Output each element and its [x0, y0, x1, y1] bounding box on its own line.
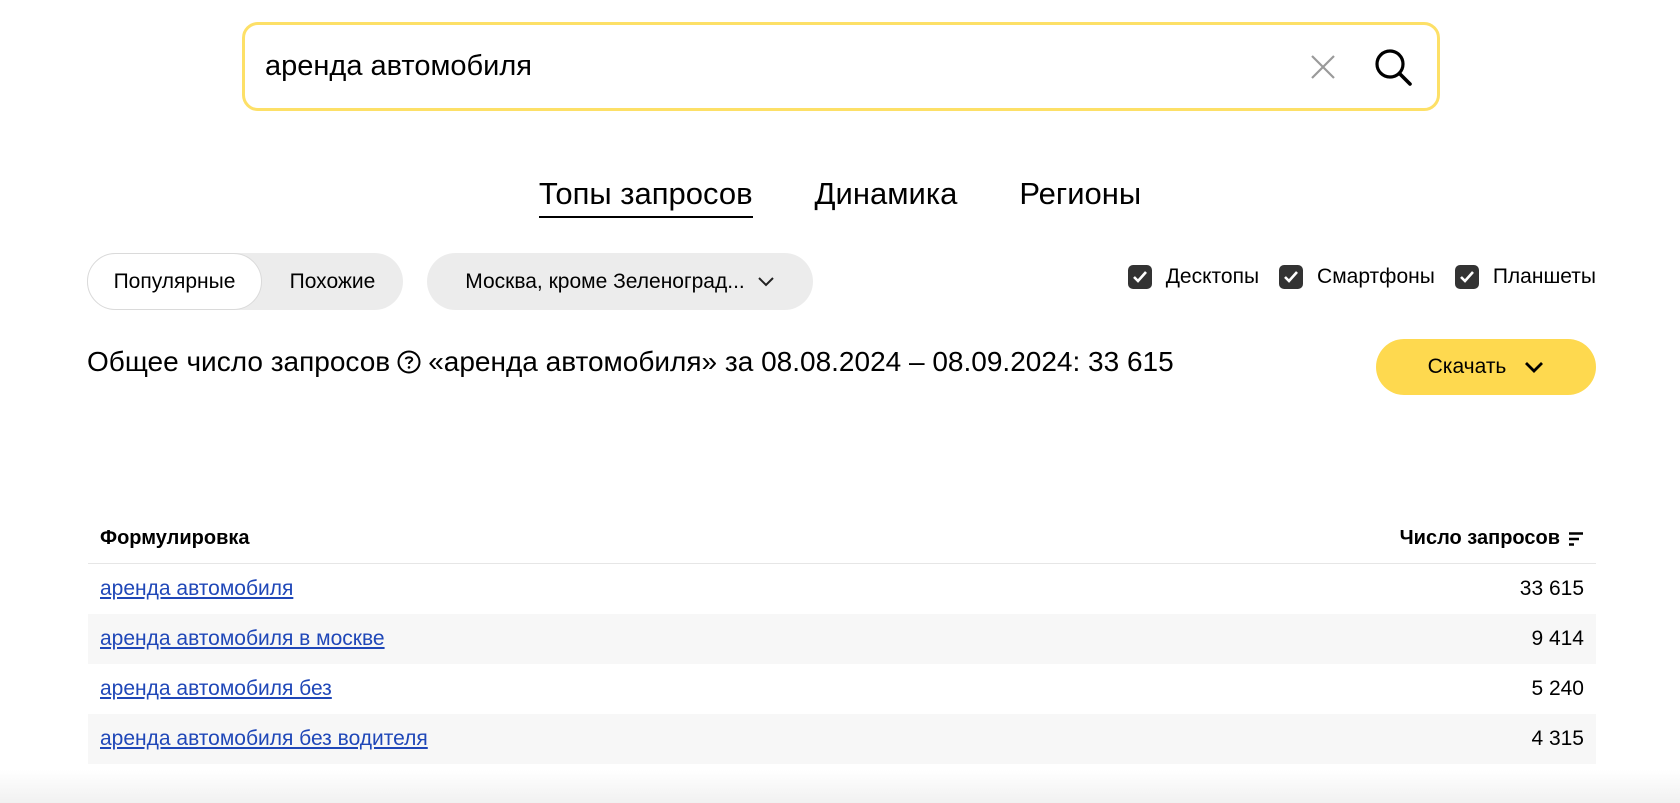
query-count: 4 315: [1531, 727, 1584, 750]
table-row: аренда автомобиля без 5 240: [88, 664, 1596, 714]
device-label: Планшеты: [1492, 265, 1596, 288]
bottom-edge: [0, 770, 1680, 803]
query-link[interactable]: аренда автомобиля в москве: [100, 627, 385, 651]
sort-icon: [1569, 531, 1583, 546]
device-filters: Десктопы Смартфоны Планшеты: [1127, 265, 1596, 289]
popular-similar-switch: Популярные Похожие: [87, 253, 403, 310]
table-row: аренда автомобиля в москве 9 414: [88, 614, 1596, 664]
query-count: 5 240: [1531, 677, 1584, 700]
query-link[interactable]: аренда автомобиля без водителя: [100, 727, 428, 751]
download-label: Скачать: [1427, 355, 1507, 378]
checkbox-desktop[interactable]: [1127, 265, 1152, 289]
table-row: аренда автомобиля без водителя 4 315: [88, 714, 1596, 764]
total-count: Общее число запросов «аренда автомобиля»…: [87, 346, 1174, 378]
query-link[interactable]: аренда автомобиля: [100, 577, 293, 601]
download-button[interactable]: Скачать: [1376, 339, 1596, 395]
checkmark-icon: [1132, 271, 1147, 283]
tab-dynamics[interactable]: Динамика: [815, 176, 958, 218]
query-link[interactable]: аренда автомобиля без: [100, 677, 332, 701]
header-count: Число запросов: [1399, 527, 1560, 549]
segment-similar[interactable]: Похожие: [262, 253, 403, 310]
help-icon[interactable]: [396, 349, 422, 375]
device-tablet[interactable]: Планшеты: [1454, 265, 1596, 289]
device-label: Смартфоны: [1317, 265, 1435, 288]
checkmark-icon: [1284, 271, 1299, 283]
query-count: 9 414: [1531, 627, 1584, 650]
checkmark-icon: [1459, 271, 1474, 283]
tab-regions[interactable]: Регионы: [1019, 176, 1141, 218]
region-select[interactable]: Москва, кроме Зеленоград...: [427, 253, 813, 310]
total-prefix: Общее число запросов: [87, 346, 391, 377]
query-count: 33 615: [1519, 577, 1584, 600]
device-desktop[interactable]: Десктопы: [1127, 265, 1260, 289]
queries-table: Формулировка Число запросов аренда автом…: [88, 514, 1596, 764]
search-input[interactable]: [265, 36, 1303, 97]
checkbox-smartphone[interactable]: [1279, 265, 1304, 289]
tabs: Топы запросов Динамика Регионы: [0, 176, 1680, 218]
table-header: Формулировка Число запросов: [88, 514, 1596, 564]
table-row: аренда автомобиля 33 615: [88, 564, 1596, 614]
header-phrase: Формулировка: [100, 527, 250, 549]
search-bar: [242, 22, 1440, 111]
total-details: «аренда автомобиля» за 08.08.2024 – 08.0…: [428, 346, 1174, 377]
segment-popular[interactable]: Популярные: [87, 253, 262, 310]
chevron-down-icon: [758, 276, 774, 286]
clear-button[interactable]: [1303, 47, 1343, 87]
device-label: Десктопы: [1165, 265, 1260, 288]
search-icon: [1375, 48, 1412, 86]
chevron-down-icon: [1525, 361, 1544, 373]
region-label: Москва, кроме Зеленоград...: [465, 269, 745, 293]
header-count-sort[interactable]: Число запросов: [1400, 527, 1584, 550]
tab-tops[interactable]: Топы запросов: [538, 176, 753, 218]
device-smartphone[interactable]: Смартфоны: [1279, 265, 1435, 289]
checkbox-tablet[interactable]: [1454, 265, 1479, 289]
close-icon: [1311, 54, 1335, 79]
search-button[interactable]: [1371, 45, 1415, 89]
